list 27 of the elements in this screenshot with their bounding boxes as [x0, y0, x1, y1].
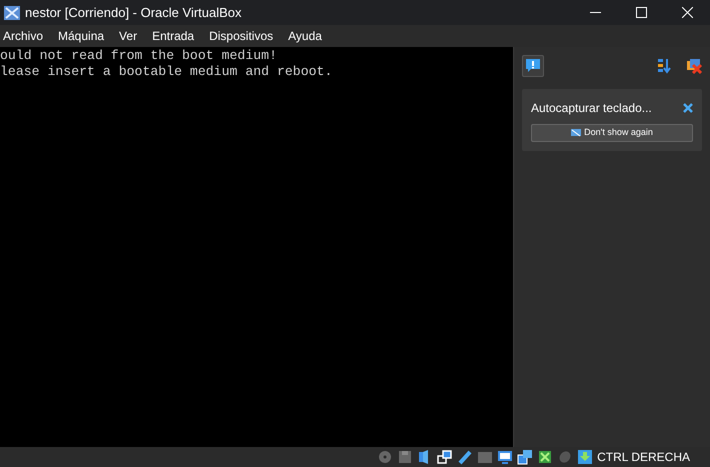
display-icon[interactable]: [497, 449, 514, 465]
disc-icon[interactable]: [377, 449, 394, 465]
speech-bubble-icon: [525, 58, 541, 74]
menu-item[interactable]: Entrada: [150, 27, 196, 45]
notification-message: Autocapturar teclado...: [531, 100, 652, 117]
console-line: ould not read from the boot medium!: [0, 48, 278, 64]
maximize-icon: [636, 7, 646, 18]
close-icon: [683, 103, 693, 113]
minimize-icon: [590, 12, 600, 14]
close-icon: [682, 7, 692, 18]
windows-icon[interactable]: [517, 449, 534, 465]
dont-show-again-button[interactable]: Don't show again: [531, 124, 693, 142]
app-logo-icon: [3, 4, 21, 22]
clear-all-icon[interactable]: [686, 58, 702, 74]
window-title: nestor [Corriendo] - Oracle VirtualBox: [25, 4, 242, 22]
console-line: lease insert a bootable medium and reboot.: [0, 64, 334, 80]
monitor-icon: [571, 128, 582, 138]
host-key-label: CTRL DERECHA: [597, 449, 690, 466]
floppy-icon[interactable]: [397, 449, 414, 465]
sort-icon[interactable]: [656, 58, 672, 74]
menu-item[interactable]: Ver: [117, 27, 140, 45]
menu-item[interactable]: Dispositivos: [207, 27, 276, 45]
menu-item[interactable]: Máquina: [56, 27, 106, 45]
notification-center-button[interactable]: [522, 55, 544, 77]
network-icon[interactable]: [437, 449, 454, 465]
menu-item[interactable]: Ayuda: [286, 27, 324, 45]
menu-item[interactable]: Archivo: [1, 27, 46, 45]
